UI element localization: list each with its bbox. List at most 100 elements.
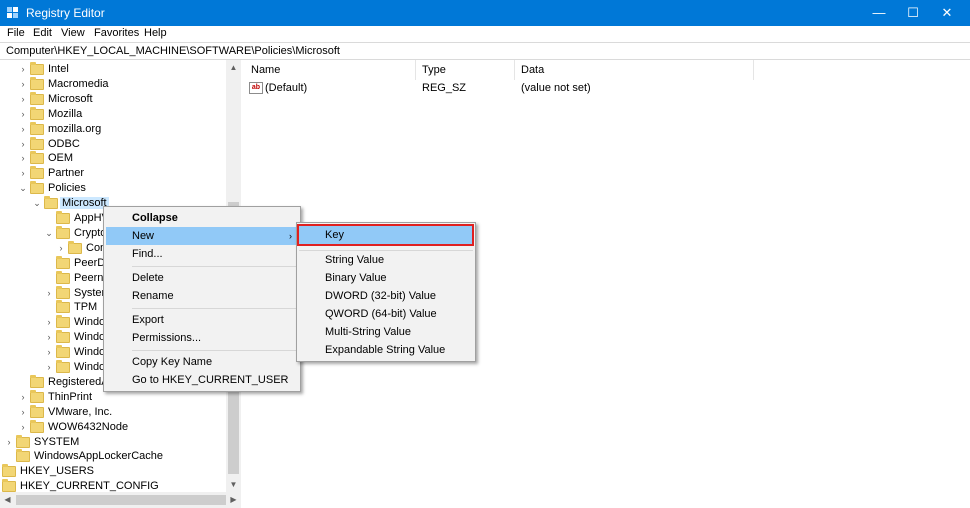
- menu-help[interactable]: Help: [144, 27, 167, 39]
- collapsed-chevron-icon[interactable]: ›: [44, 315, 54, 330]
- folder-icon: [56, 225, 70, 239]
- collapsed-chevron-icon[interactable]: ›: [4, 435, 14, 450]
- collapsed-chevron-icon[interactable]: [44, 271, 54, 286]
- folder-icon: [16, 434, 30, 448]
- menu-item-export[interactable]: Export: [106, 311, 298, 329]
- tree-item-label: Microsoft: [60, 197, 109, 210]
- tree-item-label: OEM: [48, 152, 74, 165]
- scroll-right-icon[interactable]: ▶: [226, 492, 241, 508]
- menu-item-dword-value[interactable]: DWORD (32-bit) Value: [299, 287, 473, 305]
- menu-separator: [132, 350, 298, 351]
- collapsed-chevron-icon[interactable]: [44, 211, 54, 226]
- folder-icon: [56, 360, 70, 373]
- folder-icon: [30, 62, 44, 75]
- tree-item-label: mozilla.org: [48, 122, 102, 135]
- tree-item[interactable]: › OEM: [18, 151, 238, 166]
- menu-item-goto-hkcu[interactable]: Go to HKEY_CURRENT_USER: [106, 371, 298, 389]
- menu-item-key-label[interactable]: Key: [325, 229, 344, 241]
- collapsed-chevron-icon[interactable]: ›: [18, 77, 28, 92]
- folder-icon: [56, 255, 70, 269]
- collapsed-chevron-icon[interactable]: ›: [44, 330, 54, 345]
- value-data[interactable]: (value not set): [521, 82, 591, 94]
- tree-item[interactable]: › SYSTEM: [4, 434, 224, 450]
- menu-item-collapse[interactable]: Collapse: [106, 209, 298, 227]
- tree-item[interactable]: › ThinPrint: [18, 389, 238, 405]
- collapsed-chevron-icon[interactable]: [4, 449, 14, 464]
- folder-icon: [30, 181, 44, 195]
- tree-item[interactable]: HKEY_USERS: [0, 464, 210, 479]
- collapsed-chevron-icon[interactable]: ›: [44, 360, 54, 375]
- collapsed-chevron-icon[interactable]: [18, 375, 28, 390]
- collapsed-chevron-icon[interactable]: ›: [56, 241, 66, 256]
- menu-bar: File Edit View Favorites Help: [0, 26, 970, 42]
- menu-favorites[interactable]: Favorites: [94, 27, 139, 39]
- menu-item-find[interactable]: Find...: [106, 245, 298, 263]
- scroll-left-icon[interactable]: ◀: [0, 492, 15, 508]
- folder-icon: [2, 479, 16, 493]
- minimize-button[interactable]: —: [862, 0, 896, 26]
- hscrollbar-thumb[interactable]: [16, 495, 226, 505]
- maximize-button[interactable]: ☐: [896, 0, 930, 26]
- tree-item-label: ODBC: [48, 137, 80, 150]
- menu-item-permissions[interactable]: Permissions...: [106, 329, 298, 347]
- folder-icon: [2, 464, 16, 478]
- tree-item[interactable]: › Macromedia: [18, 76, 238, 92]
- tree-item-label: ThinPrint: [48, 390, 93, 403]
- collapsed-chevron-icon[interactable]: ›: [18, 137, 28, 152]
- collapsed-chevron-icon[interactable]: ›: [18, 151, 28, 166]
- value-name[interactable]: (Default): [265, 82, 307, 94]
- menu-item-multi-string-value[interactable]: Multi-String Value: [299, 323, 473, 341]
- menu-item-rename[interactable]: Rename: [106, 287, 298, 305]
- tree-item[interactable]: › mozilla.org: [18, 121, 238, 137]
- menu-item-string-value[interactable]: String Value: [299, 251, 473, 269]
- collapsed-chevron-icon[interactable]: ›: [44, 286, 54, 301]
- menu-file[interactable]: File: [7, 27, 25, 39]
- tree-item[interactable]: › Intel: [18, 62, 238, 77]
- folder-icon: [30, 374, 44, 388]
- close-button[interactable]: ✕: [930, 0, 964, 26]
- collapsed-chevron-icon[interactable]: ›: [18, 405, 28, 420]
- scroll-down-icon[interactable]: ▼: [226, 477, 241, 492]
- tree-horizontal-scrollbar[interactable]: ◀ ▶: [0, 492, 241, 508]
- tree-item[interactable]: › ODBC: [18, 136, 238, 152]
- expanded-chevron-icon[interactable]: ⌄: [32, 196, 42, 211]
- window-title: Registry Editor: [26, 6, 105, 20]
- collapsed-chevron-icon[interactable]: ›: [18, 62, 28, 77]
- tree-item[interactable]: › VMware, Inc.: [18, 404, 238, 420]
- tree-item[interactable]: › Partner: [18, 166, 238, 181]
- menu-edit[interactable]: Edit: [33, 27, 52, 39]
- menu-item-binary-value[interactable]: Binary Value: [299, 269, 473, 287]
- column-header-data[interactable]: Data: [515, 60, 754, 80]
- folder-icon: [56, 270, 70, 284]
- collapsed-chevron-icon[interactable]: ›: [18, 166, 28, 181]
- tree-item[interactable]: › Microsoft: [18, 91, 238, 107]
- tree-item[interactable]: › WOW6432Node: [18, 419, 238, 435]
- collapsed-chevron-icon[interactable]: [44, 256, 54, 271]
- collapsed-chevron-icon[interactable]: ›: [18, 122, 28, 137]
- column-header-type[interactable]: Type: [416, 60, 515, 80]
- collapsed-chevron-icon[interactable]: ›: [18, 92, 28, 107]
- address-bar[interactable]: Computer\HKEY_LOCAL_MACHINE\SOFTWARE\Pol…: [0, 42, 970, 60]
- value-type[interactable]: REG_SZ: [422, 82, 466, 94]
- collapsed-chevron-icon[interactable]: ›: [44, 345, 54, 360]
- collapsed-chevron-icon[interactable]: ›: [18, 420, 28, 435]
- menu-view[interactable]: View: [61, 27, 85, 39]
- tree-item-label: Microsoft: [48, 92, 93, 105]
- menu-item-qword-value[interactable]: QWORD (64-bit) Value: [299, 305, 473, 323]
- expanded-chevron-icon[interactable]: ⌄: [44, 226, 54, 241]
- tree-item[interactable]: › Mozilla: [18, 106, 238, 122]
- menu-item-new[interactable]: New ›: [106, 227, 298, 245]
- collapsed-chevron-icon[interactable]: ›: [18, 107, 28, 122]
- tree-item[interactable]: ⌄ Policies: [18, 181, 238, 196]
- expanded-chevron-icon[interactable]: ⌄: [18, 181, 28, 196]
- menu-item-expandable-string-value[interactable]: Expandable String Value: [299, 341, 473, 359]
- tree-item[interactable]: WindowsAppLockerCache: [4, 449, 224, 464]
- folder-icon: [16, 449, 30, 463]
- menu-item-delete[interactable]: Delete: [106, 269, 298, 287]
- tree-item-label: HKEY_USERS: [20, 465, 94, 478]
- menu-item-copy-key-name[interactable]: Copy Key Name: [106, 353, 298, 371]
- collapsed-chevron-icon[interactable]: [44, 300, 54, 315]
- collapsed-chevron-icon[interactable]: ›: [18, 390, 28, 405]
- scroll-up-icon[interactable]: ▲: [226, 60, 241, 75]
- column-header-name[interactable]: Name: [245, 60, 416, 80]
